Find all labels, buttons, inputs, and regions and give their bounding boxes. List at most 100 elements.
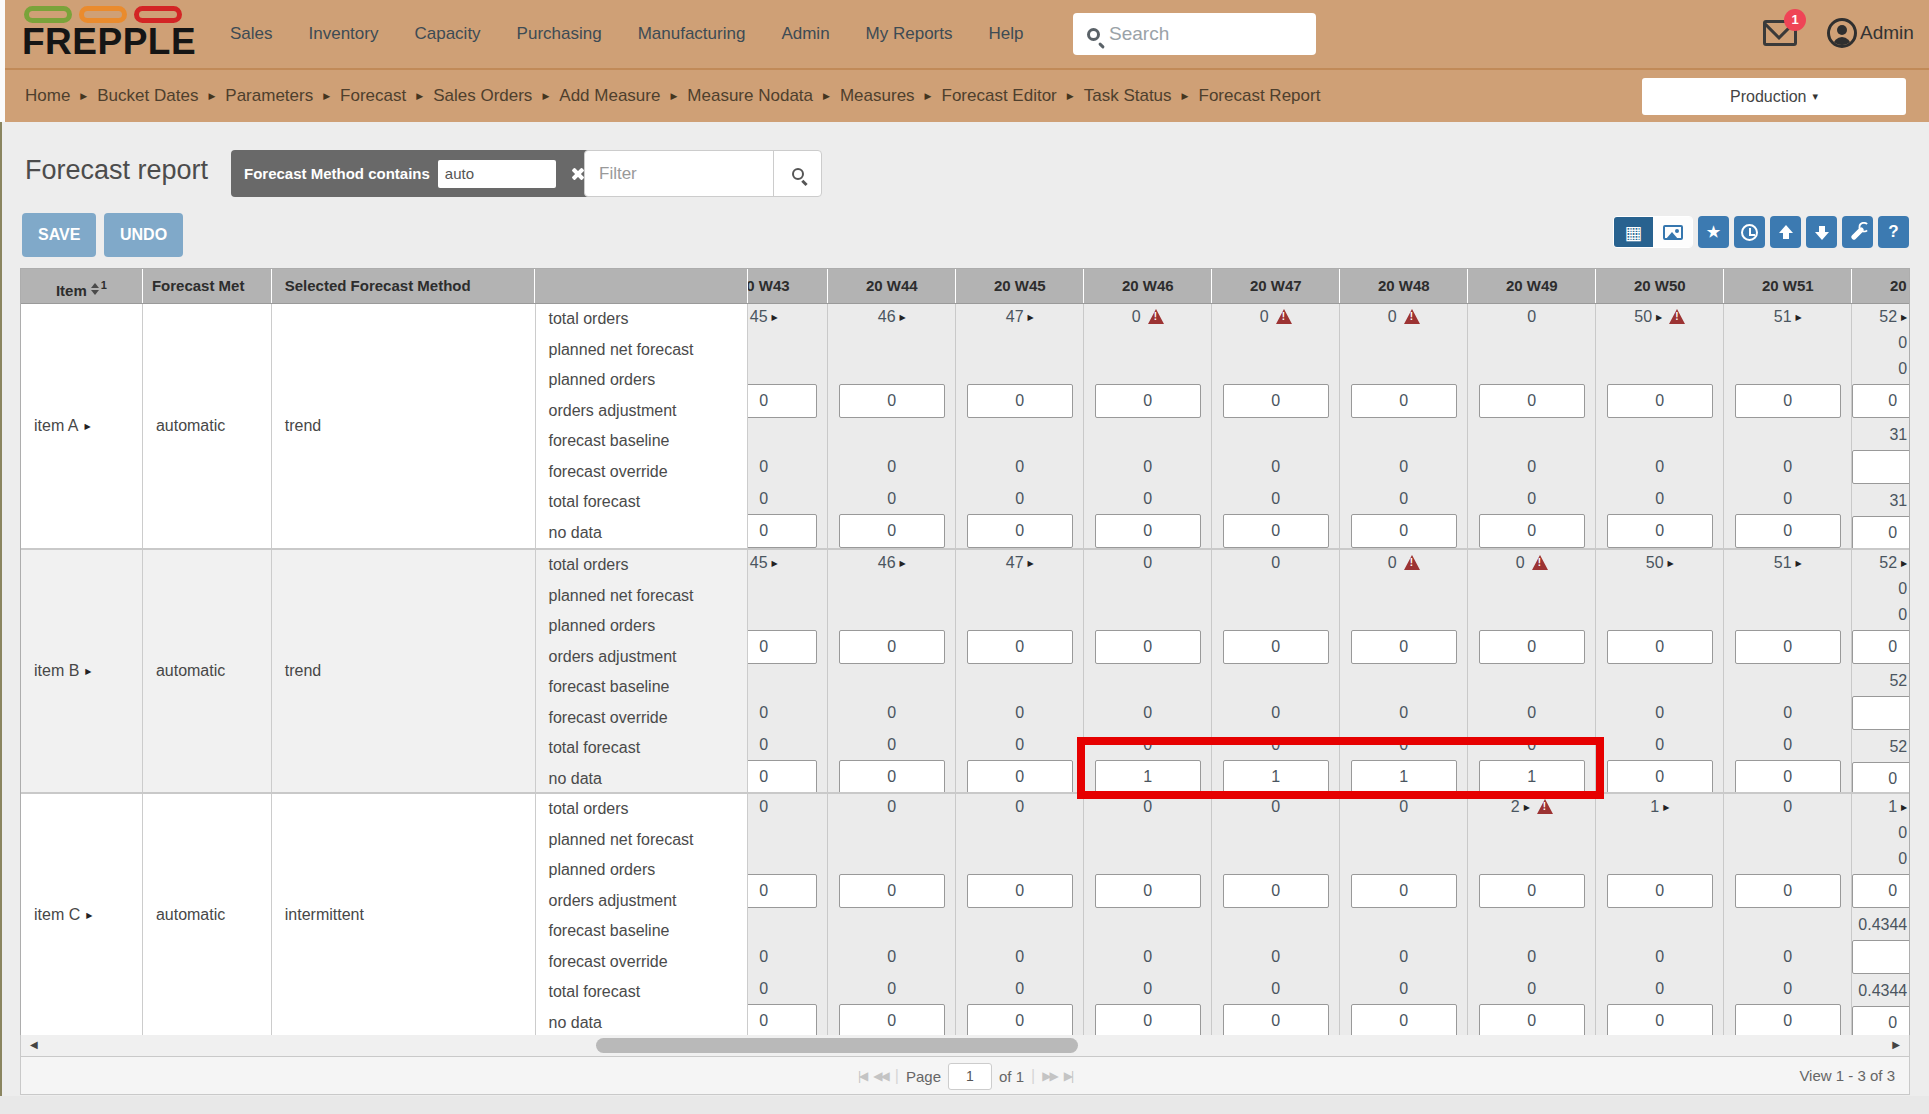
- breadcrumb-item-task-status[interactable]: Task Status: [1084, 86, 1172, 106]
- input-no-data[interactable]: [839, 1004, 945, 1036]
- nav-item-inventory[interactable]: Inventory: [291, 24, 397, 44]
- input-orders-adjustment[interactable]: [967, 384, 1073, 418]
- input-no-data[interactable]: [1223, 514, 1329, 548]
- input-orders-adjustment[interactable]: [1735, 630, 1841, 664]
- prev-page-button[interactable]: ◀◀: [873, 1069, 887, 1083]
- input-orders-adjustment[interactable]: [1351, 384, 1457, 418]
- input-orders-adjustment[interactable]: [1223, 630, 1329, 664]
- input-no-data[interactable]: [1351, 514, 1457, 548]
- breadcrumb-item-measure-nodata[interactable]: Measure Nodata: [687, 86, 813, 106]
- cell-item-B-total-orders[interactable]: 51▶: [1724, 550, 1851, 576]
- input-orders-adjustment[interactable]: [1095, 384, 1201, 418]
- input-orders-adjustment[interactable]: [839, 630, 945, 664]
- breadcrumb-item-sales-orders[interactable]: Sales Orders: [433, 86, 532, 106]
- scroll-right-icon[interactable]: ▶: [1892, 1035, 1900, 1055]
- cell-item-A-total-orders[interactable]: 50▶: [1596, 304, 1723, 330]
- nav-item-my-reports[interactable]: My Reports: [848, 24, 971, 44]
- input-orders-adjustment[interactable]: [1735, 384, 1841, 418]
- nav-item-purchasing[interactable]: Purchasing: [499, 24, 620, 44]
- cell-item-B-total-orders[interactable]: 47▶: [956, 550, 1083, 576]
- download-button[interactable]: [1806, 216, 1837, 248]
- cell-item-C-total-orders[interactable]: 2▶: [1468, 794, 1595, 820]
- input-orders-adjustment[interactable]: [1852, 874, 1909, 908]
- item-cell[interactable]: item A▶: [21, 304, 143, 548]
- input-no-data[interactable]: [1607, 1004, 1713, 1036]
- scenario-selector[interactable]: Production ▾: [1642, 78, 1906, 115]
- breadcrumb-item-forecast[interactable]: Forecast: [340, 86, 406, 106]
- horizontal-scrollbar[interactable]: ◀ ▶: [20, 1035, 1910, 1057]
- filter-search-button[interactable]: [773, 151, 821, 196]
- global-search-input[interactable]: Search: [1073, 13, 1316, 55]
- input-no-data[interactable]: [839, 760, 945, 792]
- next-page-button[interactable]: ▶▶: [1042, 1069, 1056, 1083]
- input-forecast-override[interactable]: [1852, 696, 1909, 730]
- input-no-data[interactable]: [748, 1004, 817, 1036]
- cell-item-A-total-orders[interactable]: 52▶: [1852, 304, 1909, 330]
- history-button[interactable]: [1734, 216, 1765, 248]
- input-no-data[interactable]: [1735, 1004, 1841, 1036]
- input-orders-adjustment[interactable]: [1607, 384, 1713, 418]
- breadcrumb-item-forecast-editor[interactable]: Forecast Editor: [942, 86, 1057, 106]
- breadcrumb-item-parameters[interactable]: Parameters: [225, 86, 313, 106]
- input-no-data[interactable]: [1223, 760, 1329, 792]
- remove-filter-icon[interactable]: [570, 167, 584, 181]
- scroll-left-icon[interactable]: ◀: [30, 1035, 38, 1055]
- input-forecast-override[interactable]: [1852, 450, 1909, 484]
- cell-item-C-total-orders[interactable]: 1▶: [1852, 794, 1909, 820]
- input-no-data[interactable]: [1479, 514, 1585, 548]
- item-cell[interactable]: item C▶: [21, 794, 143, 1036]
- input-orders-adjustment[interactable]: [1735, 874, 1841, 908]
- breadcrumb-item-bucket-dates[interactable]: Bucket Dates: [97, 86, 198, 106]
- input-no-data[interactable]: [967, 1004, 1073, 1036]
- breadcrumb-item-home[interactable]: Home: [25, 86, 70, 106]
- cell-item-B-total-orders[interactable]: 46▶: [828, 550, 955, 576]
- item-cell[interactable]: item B▶: [21, 550, 143, 792]
- breadcrumb-item-measures[interactable]: Measures: [840, 86, 915, 106]
- cell-item-C-total-orders[interactable]: 1▶: [1596, 794, 1723, 820]
- input-orders-adjustment[interactable]: [1223, 874, 1329, 908]
- input-orders-adjustment[interactable]: [748, 874, 817, 908]
- filter-chip-value-input[interactable]: auto: [438, 160, 556, 188]
- input-forecast-override[interactable]: [1852, 940, 1909, 974]
- graph-view-button[interactable]: [1653, 217, 1692, 247]
- page-number-input[interactable]: [948, 1063, 992, 1090]
- upload-button[interactable]: [1770, 216, 1801, 248]
- input-orders-adjustment[interactable]: [1479, 384, 1585, 418]
- breadcrumb-item-forecast-report[interactable]: Forecast Report: [1199, 86, 1321, 106]
- customize-button[interactable]: [1842, 216, 1873, 248]
- input-orders-adjustment[interactable]: [1607, 630, 1713, 664]
- input-orders-adjustment[interactable]: [1479, 630, 1585, 664]
- last-page-button[interactable]: ▶|: [1064, 1069, 1072, 1083]
- input-orders-adjustment[interactable]: [1095, 874, 1201, 908]
- input-no-data[interactable]: [1735, 760, 1841, 792]
- cell-item-B-total-orders[interactable]: 45▶: [748, 550, 827, 576]
- input-no-data[interactable]: [1351, 1004, 1457, 1036]
- input-orders-adjustment[interactable]: [1351, 874, 1457, 908]
- freppe-logo[interactable]: FREPPLE: [22, 6, 196, 62]
- help-button[interactable]: ?: [1878, 216, 1909, 248]
- scrollbar-thumb[interactable]: [596, 1038, 1078, 1053]
- cell-item-A-total-orders[interactable]: 46▶: [828, 304, 955, 330]
- input-no-data[interactable]: [1351, 760, 1457, 792]
- input-no-data[interactable]: [967, 514, 1073, 548]
- input-orders-adjustment[interactable]: [839, 874, 945, 908]
- input-no-data[interactable]: [1735, 514, 1841, 548]
- table-view-button[interactable]: ▦: [1614, 217, 1653, 247]
- input-orders-adjustment[interactable]: [748, 384, 817, 418]
- breadcrumb-item-add-measure[interactable]: Add Measure: [559, 86, 660, 106]
- input-orders-adjustment[interactable]: [1351, 630, 1457, 664]
- input-orders-adjustment[interactable]: [1095, 630, 1201, 664]
- input-orders-adjustment[interactable]: [1223, 384, 1329, 418]
- input-no-data[interactable]: [1095, 760, 1201, 792]
- input-no-data[interactable]: [839, 514, 945, 548]
- input-no-data[interactable]: [1607, 514, 1713, 548]
- column-header-item[interactable]: Item1: [21, 269, 143, 303]
- nav-item-capacity[interactable]: Capacity: [396, 24, 498, 44]
- nav-item-help[interactable]: Help: [971, 24, 1042, 44]
- cell-item-A-total-orders[interactable]: 45▶: [748, 304, 827, 330]
- input-no-data[interactable]: [748, 514, 817, 548]
- input-no-data[interactable]: [748, 760, 817, 792]
- user-menu[interactable]: Admin: [1827, 18, 1914, 48]
- input-orders-adjustment[interactable]: [1852, 630, 1909, 664]
- favorites-button[interactable]: ★: [1698, 216, 1729, 248]
